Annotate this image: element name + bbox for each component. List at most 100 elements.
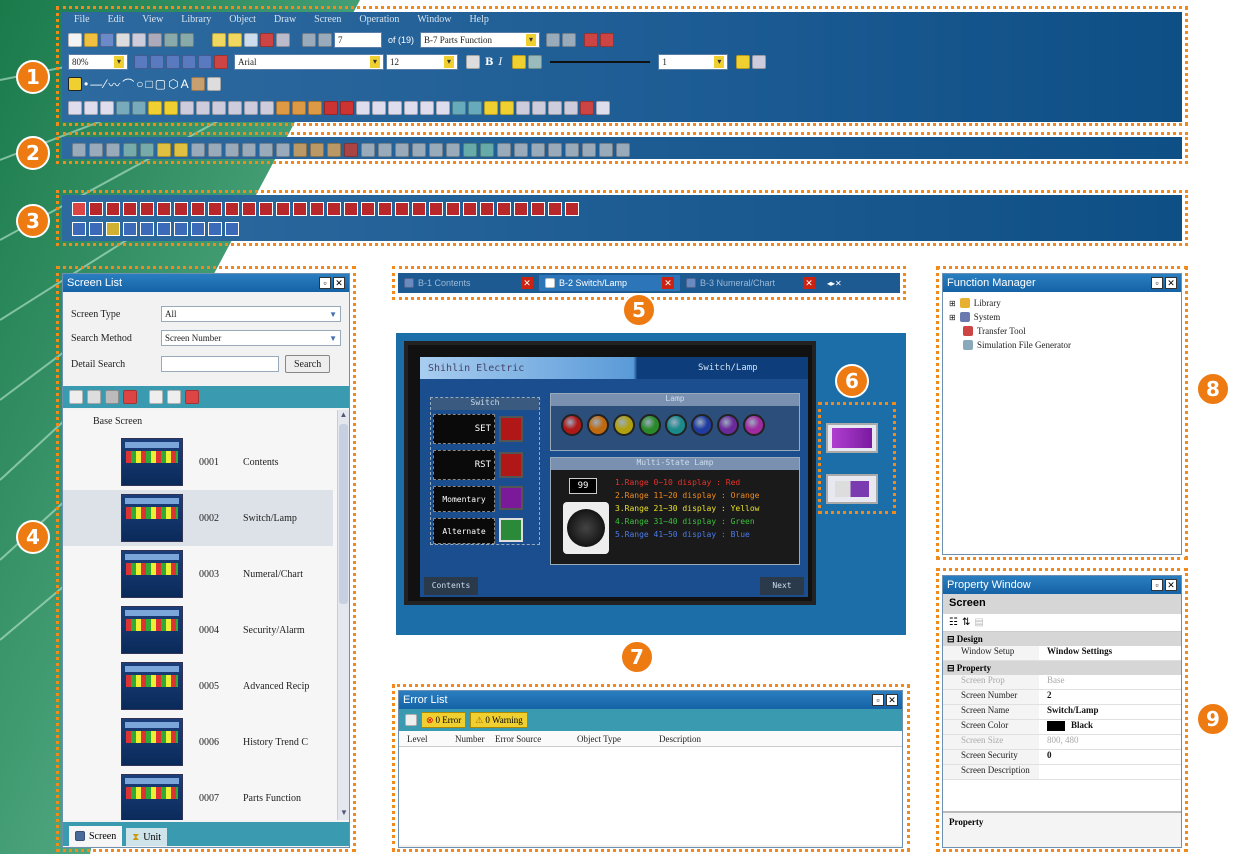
screen-select[interactable]: B-7 Parts Function ▾ [420, 32, 541, 48]
docked-data-icon[interactable] [191, 143, 205, 157]
base-screen-jump-button[interactable] [140, 202, 154, 216]
docked-clock-icon[interactable] [463, 143, 477, 157]
object-graph-icon[interactable] [212, 101, 226, 115]
close-icon[interactable]: ✕ [803, 277, 815, 289]
base-screen-jump-button[interactable] [497, 202, 511, 216]
polygon-icon[interactable]: ⬡ [168, 77, 178, 91]
prop-row-window-setup[interactable]: Window Setup Window Settings [943, 646, 1181, 661]
snap-icon[interactable] [228, 33, 242, 47]
docked-recipe-icon[interactable] [276, 143, 290, 157]
object-pie-icon[interactable] [372, 101, 386, 115]
close-icon[interactable]: ✕ [1165, 277, 1177, 289]
close-icon[interactable]: ✕ [521, 277, 533, 289]
align-icon[interactable] [134, 55, 148, 69]
cut-icon[interactable] [116, 33, 130, 47]
scroll-down-icon[interactable]: ▼ [338, 808, 349, 820]
categorized-icon[interactable]: ☷ [949, 617, 958, 628]
prev-page-icon[interactable] [318, 33, 332, 47]
tree-simulation[interactable]: Simulation File Generator [949, 338, 1175, 352]
object-meter-icon[interactable] [308, 101, 322, 115]
object-switch-icon[interactable] [68, 101, 82, 115]
momentary-button[interactable] [499, 486, 523, 510]
docked-keypad-icon[interactable] [497, 143, 511, 157]
window-screen-jump-button[interactable] [89, 222, 103, 236]
docked-meter-icon[interactable] [327, 143, 341, 157]
tree-system[interactable]: ⊞ System [949, 310, 1175, 324]
font-name-select[interactable]: Arial ▾ [234, 54, 384, 70]
docked-bar-icon[interactable] [361, 143, 375, 157]
copy-screen-icon[interactable] [87, 390, 101, 404]
refresh-icon[interactable] [405, 714, 417, 726]
docked-line-icon[interactable] [531, 143, 545, 157]
zoom-select[interactable]: 80% ▾ [68, 54, 128, 70]
menu-draw[interactable]: Draw [274, 14, 296, 25]
paste-screen-icon[interactable] [105, 390, 119, 404]
delete-screen-icon[interactable] [123, 390, 137, 404]
polyline-icon[interactable]: ⁄ [104, 77, 106, 91]
save-icon[interactable] [100, 33, 114, 47]
docked-alarm-icon[interactable] [259, 143, 273, 157]
docked-video-icon[interactable] [429, 143, 443, 157]
expand-icon[interactable]: ⊞ [949, 299, 956, 308]
docked-history-icon[interactable] [293, 143, 307, 157]
add-screen-icon[interactable] [69, 390, 83, 404]
simulate-icon[interactable] [600, 33, 615, 47]
docked-chart-icon[interactable] [208, 143, 222, 157]
export-icon[interactable] [167, 390, 181, 404]
screen-list-item[interactable]: 0004 Security/Alarm [63, 602, 333, 658]
col-object-type[interactable]: Object Type [577, 734, 659, 744]
rectangle-icon[interactable]: □ [146, 77, 153, 91]
page-number-input[interactable]: 7 [334, 32, 382, 48]
search-button[interactable]: Search [285, 355, 331, 373]
import-icon[interactable] [185, 390, 199, 404]
prop-category-property[interactable]: ⊟ Property [943, 661, 1181, 675]
prop-row[interactable]: Screen Color Black [943, 720, 1181, 735]
object-clock-icon[interactable] [452, 101, 466, 115]
menu-operation[interactable]: Operation [359, 14, 399, 25]
object-bar-icon[interactable] [356, 101, 370, 115]
line-width-select[interactable]: 1 ▾ [658, 54, 729, 70]
docked-word-lamp-icon[interactable] [174, 143, 188, 157]
docked-trend-icon[interactable] [242, 143, 256, 157]
object-polyline-icon[interactable] [532, 101, 546, 115]
tab-scroll-arrows-icon[interactable]: ◂▸✕ [827, 279, 842, 288]
docked-slider-icon[interactable] [310, 143, 324, 157]
base-screen-jump-button[interactable] [531, 202, 545, 216]
docked-scale-icon[interactable] [582, 143, 596, 157]
prop-category-design[interactable]: ⊟ Design [943, 632, 1181, 646]
group-icon[interactable] [166, 55, 180, 69]
circle-icon[interactable]: ○ [136, 77, 143, 91]
base-screen-jump-button[interactable] [565, 202, 579, 216]
scrollbar-thumb[interactable] [339, 424, 348, 604]
docked-timer-icon[interactable] [514, 143, 528, 157]
base-screen-jump-button[interactable] [293, 202, 307, 216]
base-screen-jump-button[interactable] [514, 202, 528, 216]
base-screen-jump-button[interactable] [395, 202, 409, 216]
line-color-icon[interactable] [528, 55, 543, 69]
base-screen-jump-button[interactable] [259, 202, 273, 216]
menu-window[interactable]: Window [417, 14, 451, 25]
base-screen-jump-button[interactable] [327, 202, 341, 216]
window-screen-jump-button[interactable] [208, 222, 222, 236]
window-screen-jump-button[interactable] [191, 222, 205, 236]
window-screen-jump-button[interactable] [174, 222, 188, 236]
docked-switch-icon[interactable] [72, 143, 86, 157]
multistate-knob[interactable] [563, 502, 609, 554]
menu-screen[interactable]: Screen [314, 14, 341, 25]
base-screen-jump-button[interactable] [463, 202, 477, 216]
object-lamp-icon[interactable] [84, 101, 98, 115]
docked-lamp-icon[interactable] [89, 143, 103, 157]
docked-xy-icon[interactable] [395, 143, 409, 157]
base-screen-jump-button[interactable] [310, 202, 324, 216]
alternate-button[interactable] [499, 518, 523, 542]
contents-button[interactable]: Contents [424, 577, 478, 595]
zoom-icon[interactable] [244, 33, 258, 47]
tab-b1-contents[interactable]: B-1 Contents ✕ [398, 275, 539, 291]
docked-bit-lamp-icon[interactable] [157, 143, 171, 157]
next-button[interactable]: Next [760, 577, 804, 595]
bold-icon[interactable]: B [485, 57, 493, 68]
center-icon[interactable] [150, 55, 164, 69]
properties-icon[interactable] [149, 390, 163, 404]
object-bit-lamp-icon[interactable] [148, 101, 162, 115]
restore-icon[interactable]: ▫ [1151, 579, 1163, 591]
